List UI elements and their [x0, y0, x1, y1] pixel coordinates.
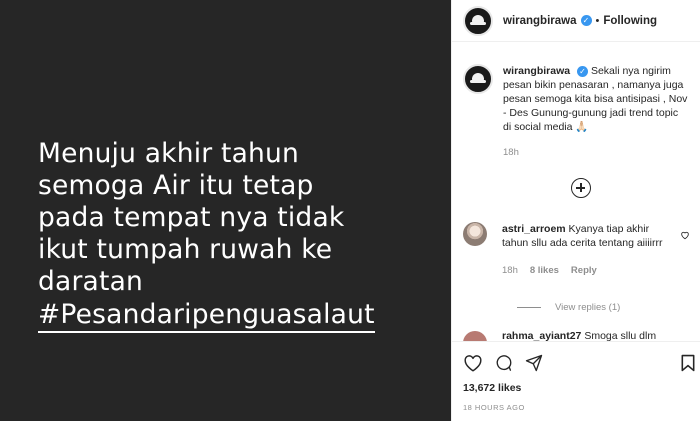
- likes-count[interactable]: 13,672 likes: [463, 382, 521, 394]
- post-sidebar: wirangbirawa ✓ • Following wirangbirawa …: [451, 0, 700, 421]
- reply-button[interactable]: Reply: [571, 264, 597, 278]
- comment-username[interactable]: astri_arroem: [502, 223, 566, 235]
- load-more-comments-icon[interactable]: [571, 178, 591, 198]
- view-replies-line: [517, 307, 541, 308]
- comment: astri_arroem Kyanya tiap akhir tahun sll…: [463, 222, 695, 278]
- comment-username[interactable]: rahma_ayiant27: [502, 331, 581, 341]
- comment-text: Smoga sllu dlm: [584, 331, 657, 341]
- post-image: Menuju akhir tahun semoga Air itu tetap …: [0, 0, 451, 421]
- comment-likes[interactable]: 8 likes: [530, 264, 559, 278]
- post-header: wirangbirawa ✓ • Following: [452, 0, 700, 42]
- comment: rahma_ayiant27 Smoga sllu dlm: [463, 331, 695, 341]
- view-replies-label: View replies (1): [555, 302, 621, 313]
- bookmark-icon[interactable]: [681, 354, 695, 372]
- header-username[interactable]: wirangbirawa: [503, 15, 577, 27]
- comment-time[interactable]: 18h: [502, 264, 518, 278]
- caption-time[interactable]: 18h: [503, 146, 689, 160]
- caption-username[interactable]: wirangbirawa: [503, 65, 570, 77]
- comment-like-heart-icon[interactable]: [680, 230, 690, 240]
- post-actions: 13,672 likes 18 HOURS AGO: [452, 341, 700, 421]
- comment-body: rahma_ayiant27 Smoga sllu dlm: [502, 331, 656, 341]
- post-timestamp[interactable]: 18 HOURS AGO: [463, 403, 525, 412]
- comment-meta: 18h 8 likes Reply: [502, 264, 672, 278]
- comment-bubble-icon[interactable]: [495, 354, 513, 372]
- comment-avatar[interactable]: [463, 331, 487, 341]
- post-image-text: Menuju akhir tahun semoga Air itu tetap …: [38, 138, 345, 297]
- separator-dot: •: [595, 14, 600, 27]
- view-replies-button[interactable]: View replies (1): [517, 302, 620, 313]
- instagram-post: Menuju akhir tahun semoga Air itu tetap …: [0, 0, 700, 421]
- post-image-hashtag: #Pesandaripenguasalaut: [38, 299, 375, 333]
- action-icons: [463, 354, 543, 372]
- caption-body: wirangbirawa ✓ Sekali nya ngirim pesan b…: [503, 64, 689, 160]
- comment-avatar[interactable]: [463, 222, 487, 246]
- caption-avatar[interactable]: [463, 64, 493, 94]
- share-send-icon[interactable]: [525, 354, 543, 372]
- avatar[interactable]: [463, 5, 493, 36]
- like-heart-icon[interactable]: [463, 354, 483, 372]
- verified-badge-icon: ✓: [580, 15, 592, 26]
- following-button[interactable]: Following: [603, 15, 657, 27]
- comment-body: astri_arroem Kyanya tiap akhir tahun sll…: [502, 222, 672, 278]
- verified-badge-icon: ✓: [577, 66, 589, 77]
- caption: wirangbirawa ✓ Sekali nya ngirim pesan b…: [463, 64, 689, 160]
